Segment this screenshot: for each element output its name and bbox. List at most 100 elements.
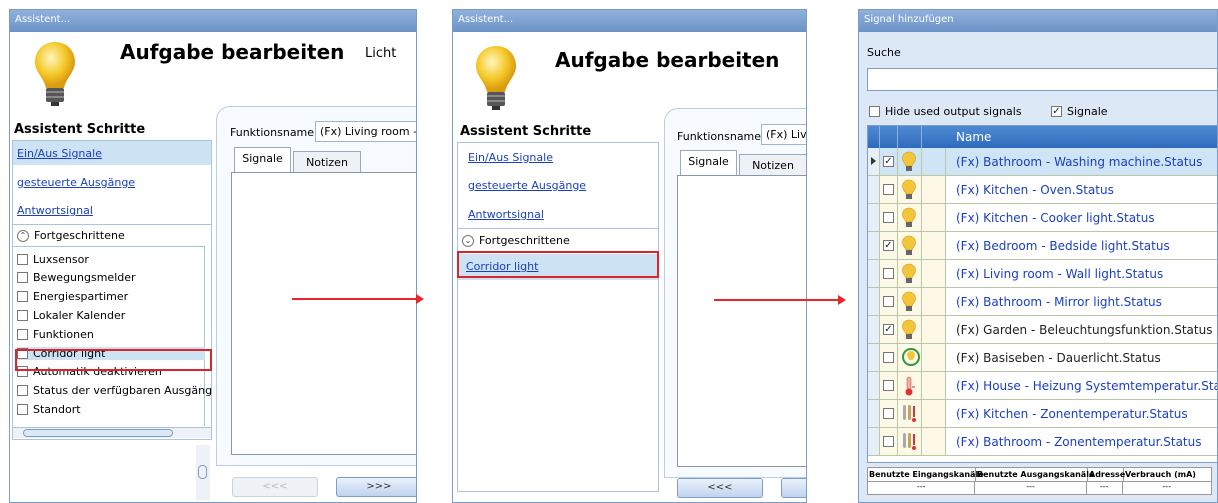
- checkbox[interactable]: ✓: [1051, 106, 1062, 117]
- table-row[interactable]: (Fx) Living room - Wall light.Status: [868, 260, 1217, 288]
- row-header[interactable]: [868, 344, 880, 371]
- icon-cell: [898, 176, 922, 203]
- function-name-field[interactable]: (Fx) Liv: [761, 124, 806, 145]
- footer-value-consumption: ---: [1162, 482, 1172, 491]
- tab-notizen[interactable]: Notizen: [739, 154, 806, 176]
- row-header[interactable]: [868, 148, 880, 175]
- checkbox[interactable]: ✓: [883, 156, 894, 167]
- horizontal-scrollbar[interactable]: [13, 427, 211, 438]
- checkbox[interactable]: [17, 310, 28, 321]
- row-header[interactable]: [868, 232, 880, 259]
- vertical-scrollbar[interactable]: [196, 445, 210, 500]
- option-standort[interactable]: Standort: [17, 403, 81, 416]
- step-controlled-outputs[interactable]: gesteuerte Ausgänge: [468, 179, 586, 192]
- row-header[interactable]: [868, 400, 880, 427]
- footer-header-address: Adresse: [1089, 468, 1126, 481]
- step-controlled-outputs[interactable]: gesteuerte Ausgänge: [17, 176, 135, 189]
- page-title: Aufgabe bearbeiten: [120, 40, 345, 64]
- checkbox[interactable]: [17, 272, 28, 283]
- table-row[interactable]: (Fx) Bathroom - Zonentemperatur.Status: [868, 428, 1217, 456]
- icon-cell: [898, 400, 922, 427]
- option-funktionen[interactable]: Funktionen: [17, 328, 94, 341]
- icon-cell: [898, 316, 922, 343]
- option-energiespartimer[interactable]: Energiespartimer: [17, 290, 128, 303]
- status-table: Benutzte Eingangskanäle Benutzte Ausgang…: [867, 467, 1212, 495]
- search-input[interactable]: [867, 68, 1217, 91]
- advanced-toggle[interactable]: ⌄ Fortgeschrittene: [462, 234, 570, 247]
- step-response-signal[interactable]: Antwortsignal: [17, 204, 93, 217]
- checkbox[interactable]: [883, 268, 894, 279]
- prev-button[interactable]: <<<: [677, 478, 763, 498]
- page-title: Aufgabe bearbeiten: [555, 48, 780, 72]
- signale-toggle[interactable]: ✓ Signale: [1051, 105, 1108, 118]
- table-row[interactable]: (Fx) Basiseben - Dauerlicht.Status: [868, 344, 1217, 372]
- advanced-toggle[interactable]: ⌃ Fortgeschrittene: [17, 229, 125, 242]
- function-name-field[interactable]: (Fx) Living room -: [315, 121, 416, 142]
- arrow-right-icon: [292, 294, 424, 304]
- bulb-icon: [901, 319, 917, 344]
- checkbox-cell: [880, 428, 898, 455]
- option-label: Energiespartimer: [33, 290, 129, 303]
- checkbox[interactable]: [883, 352, 894, 363]
- checkbox[interactable]: [883, 408, 894, 419]
- footer-value-output-channels: ---: [975, 482, 1087, 495]
- checkbox[interactable]: [883, 184, 894, 195]
- checkbox[interactable]: [883, 380, 894, 391]
- checkbox[interactable]: [883, 296, 894, 307]
- table-row[interactable]: (Fx) Kitchen - Oven.Status: [868, 176, 1217, 204]
- checkbox[interactable]: [869, 106, 880, 117]
- tab-notizen[interactable]: Notizen: [293, 151, 361, 173]
- next-button[interactable]: [781, 478, 806, 498]
- function-name-label: Funktionsname: [230, 126, 315, 139]
- checkbox[interactable]: [883, 436, 894, 447]
- checkbox[interactable]: [883, 212, 894, 223]
- row-header[interactable]: [868, 372, 880, 399]
- checkbox[interactable]: [17, 291, 28, 302]
- table-row[interactable]: ✓ (Fx) Bedroom - Bedside light.Status: [868, 232, 1217, 260]
- icon-cell: [898, 232, 922, 259]
- search-label: Suche: [867, 46, 901, 59]
- option-bewegungsmelder[interactable]: Bewegungsmelder: [17, 271, 136, 284]
- advanced-label: Fortgeschrittene: [479, 234, 570, 247]
- checkbox[interactable]: ✓: [883, 324, 894, 335]
- row-header[interactable]: [868, 316, 880, 343]
- checkbox[interactable]: [17, 254, 28, 265]
- checkbox[interactable]: [17, 404, 28, 415]
- hide-used-toggle[interactable]: Hide used output signals: [869, 105, 1022, 118]
- row-header[interactable]: [868, 176, 880, 203]
- signal-name: (Fx) Kitchen - Cooker light.Status: [956, 211, 1155, 225]
- scrollbar-thumb[interactable]: [23, 429, 173, 437]
- option-label: Standort: [33, 403, 81, 416]
- checkbox[interactable]: [17, 329, 28, 340]
- option-luxsensor[interactable]: Luxsensor: [17, 253, 89, 266]
- checkbox[interactable]: ✓: [883, 240, 894, 251]
- table-row[interactable]: (Fx) Kitchen - Cooker light.Status: [868, 204, 1217, 232]
- row-header[interactable]: [868, 288, 880, 315]
- table-row[interactable]: (Fx) Kitchen - Zonentemperatur.Status: [868, 400, 1217, 428]
- table-row[interactable]: ✓ (Fx) Bathroom - Washing machine.Status: [868, 148, 1217, 176]
- column-header-name[interactable]: Name: [956, 130, 991, 144]
- bulb-icon: [901, 235, 917, 260]
- row-header[interactable]: [868, 428, 880, 455]
- icon-cell: [898, 148, 922, 175]
- table-row[interactable]: ✓ (Fx) Garden - Beleuchtungsfunktion.Stat…: [868, 316, 1217, 344]
- step-on-off-signals[interactable]: Ein/Aus Signale: [17, 147, 102, 160]
- signals-list: [677, 175, 806, 467]
- icon-cell: [898, 344, 922, 371]
- tab-signale[interactable]: Signale: [680, 150, 737, 176]
- table-row[interactable]: (Fx) House - Heizung Systemtemperatur.St…: [868, 372, 1217, 400]
- option-status-ausgaenge[interactable]: Status der verfügbaren Ausgäng: [17, 384, 212, 397]
- prev-button[interactable]: <<<: [232, 477, 318, 497]
- table-row[interactable]: (Fx) Bathroom - Mirror light.Status: [868, 288, 1217, 316]
- row-header[interactable]: [868, 204, 880, 231]
- tab-signale[interactable]: Signale: [234, 147, 291, 173]
- row-header[interactable]: [868, 260, 880, 287]
- next-button[interactable]: >>>: [336, 477, 416, 497]
- icon-cell: [898, 204, 922, 231]
- scrollbar-thumb[interactable]: [198, 465, 207, 479]
- step-on-off-signals[interactable]: Ein/Aus Signale: [468, 151, 553, 164]
- highlight-box: [15, 349, 212, 371]
- checkbox[interactable]: [17, 385, 28, 396]
- step-response-signal[interactable]: Antwortsignal: [468, 208, 544, 221]
- option-lokaler-kalender[interactable]: Lokaler Kalender: [17, 309, 125, 322]
